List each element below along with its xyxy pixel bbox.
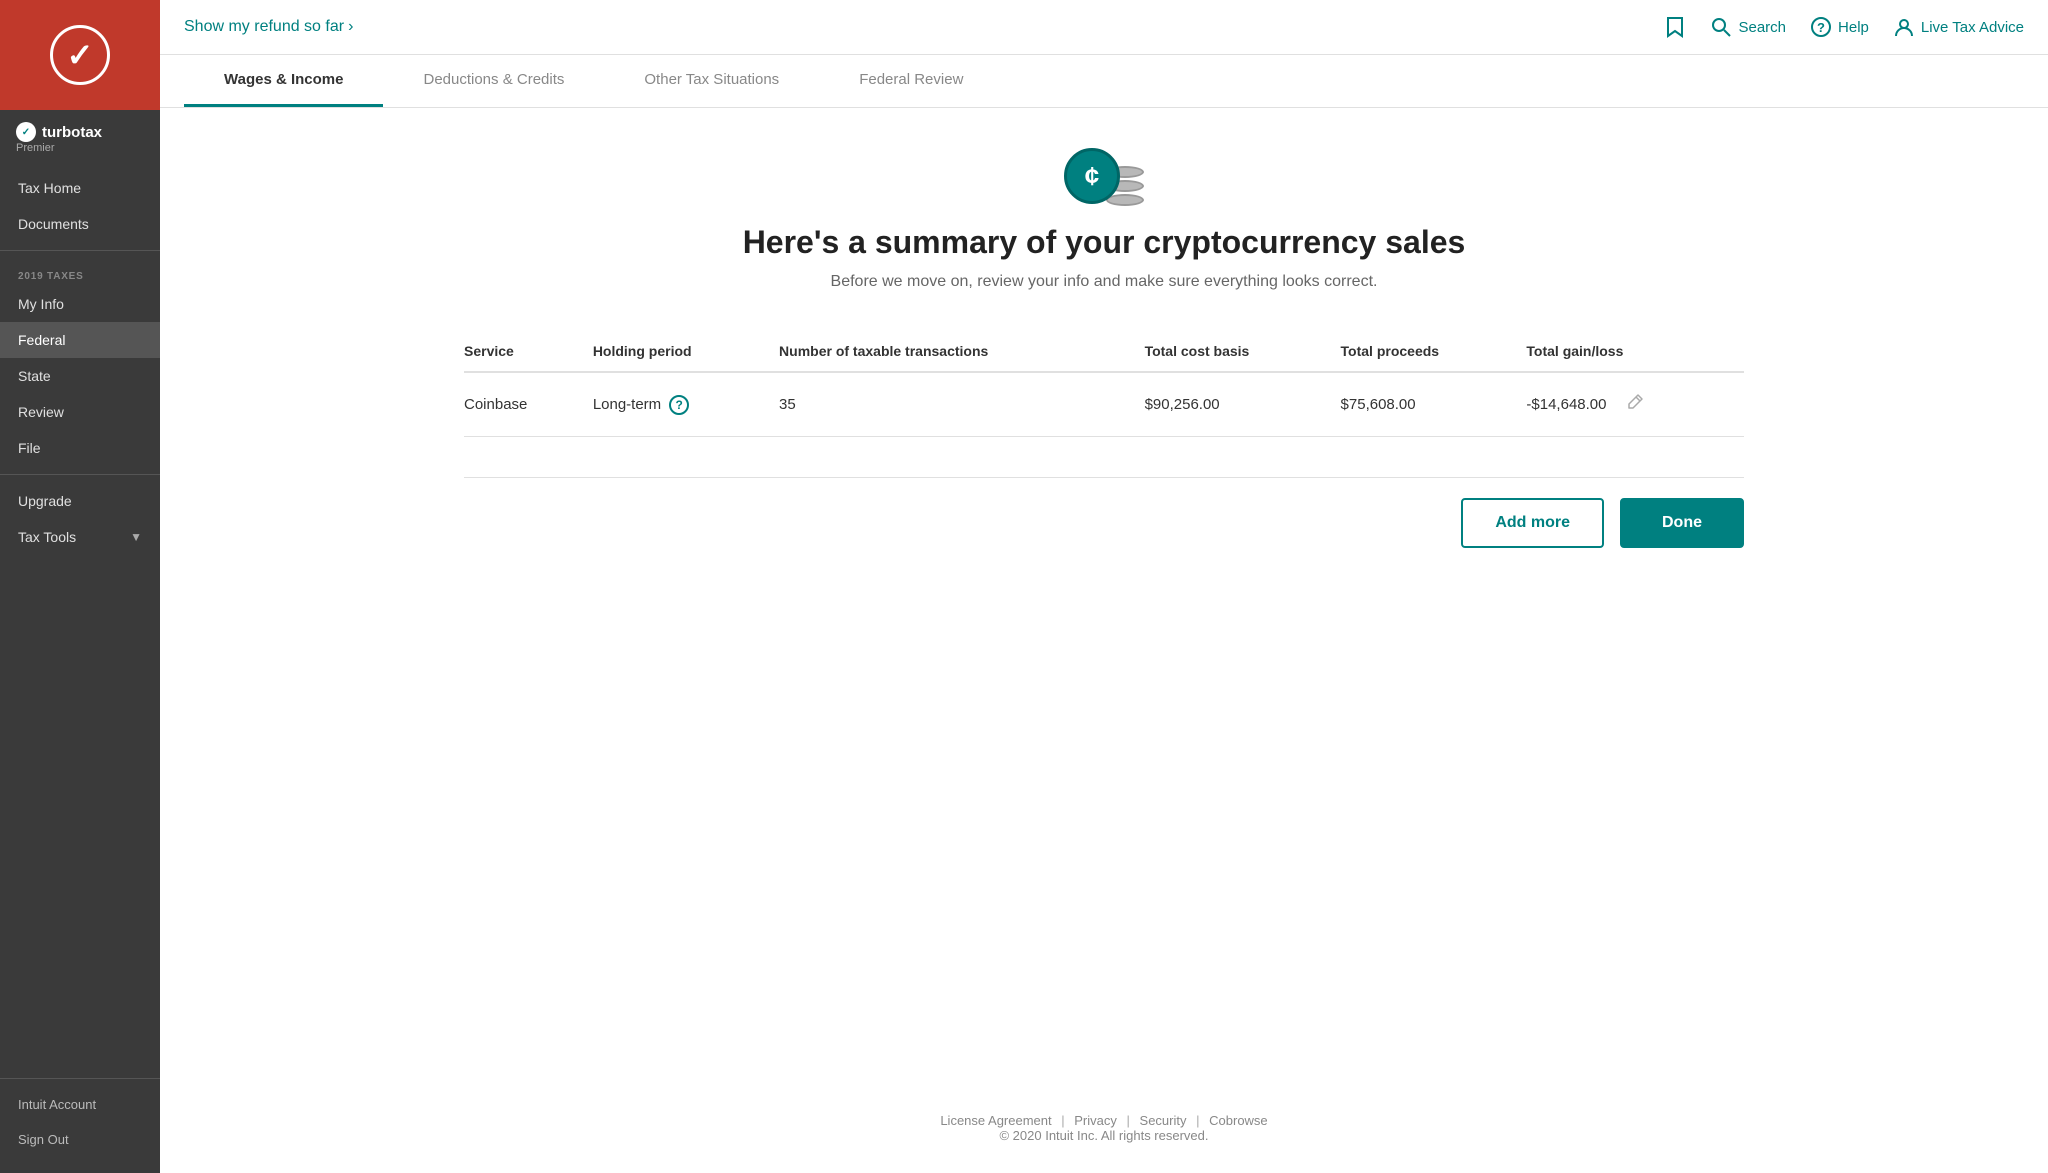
live-tax-advice-button[interactable]: Live Tax Advice bbox=[1893, 16, 2024, 38]
logo-area: ✓ bbox=[0, 0, 160, 110]
cell-total-proceeds: $75,608.00 bbox=[1341, 372, 1527, 437]
table-row: Coinbase Long-term ? 35 $90,256.00 $75,6… bbox=[464, 372, 1744, 437]
brand-area: ✓ turbotax Premier bbox=[0, 110, 160, 162]
sidebar-item-documents[interactable]: Documents bbox=[0, 206, 160, 242]
sidebar-item-file[interactable]: File bbox=[0, 430, 160, 466]
arrow-right-icon: › bbox=[348, 18, 353, 36]
sidebar-navigation: Tax Home Documents 2019 TAXES My Info Fe… bbox=[0, 162, 160, 1078]
cell-total-gain-loss: -$14,648.00 bbox=[1526, 372, 1744, 437]
cell-service: Coinbase bbox=[464, 372, 593, 437]
person-icon bbox=[1893, 16, 1915, 38]
footer-copyright: © 2020 Intuit Inc. All rights reserved. bbox=[190, 1128, 2018, 1143]
tab-wages-income[interactable]: Wages & Income bbox=[184, 55, 383, 107]
col-total-gain-loss: Total gain/loss bbox=[1526, 331, 1744, 372]
bookmark-icon bbox=[1664, 16, 1686, 38]
sidebar-item-upgrade[interactable]: Upgrade bbox=[0, 483, 160, 519]
svg-text:?: ? bbox=[1817, 20, 1825, 35]
sidebar-item-federal[interactable]: Federal bbox=[0, 322, 160, 358]
footer-cobrowse-link[interactable]: Cobrowse bbox=[1209, 1113, 1268, 1128]
page-subtitle: Before we move on, review your info and … bbox=[464, 273, 1744, 291]
footer-privacy-link[interactable]: Privacy bbox=[1074, 1113, 1117, 1128]
logo-checkmark: ✓ bbox=[50, 25, 110, 85]
cell-holding-period: Long-term ? bbox=[593, 372, 779, 437]
page-title: Here's a summary of your cryptocurrency … bbox=[464, 224, 1744, 261]
page-content: ¢ Here's a summary of your cryptocurrenc… bbox=[404, 108, 1804, 1083]
search-button[interactable]: Search bbox=[1710, 16, 1786, 38]
dollar-sign-icon: ¢ bbox=[1085, 161, 1099, 192]
col-total-proceeds: Total proceeds bbox=[1341, 331, 1527, 372]
cell-num-transactions: 35 bbox=[779, 372, 1145, 437]
coin-main: ¢ bbox=[1064, 148, 1120, 204]
cell-total-cost-basis: $90,256.00 bbox=[1145, 372, 1341, 437]
crypto-icon: ¢ bbox=[1064, 148, 1144, 208]
search-icon bbox=[1710, 16, 1732, 38]
chevron-down-icon: ▼ bbox=[130, 530, 142, 544]
crypto-summary-table: Service Holding period Number of taxable… bbox=[464, 331, 1744, 437]
holding-period-help-icon[interactable]: ? bbox=[669, 395, 689, 415]
help-icon: ? bbox=[1810, 16, 1832, 38]
col-service: Service bbox=[464, 331, 593, 372]
sidebar-item-tax-home[interactable]: Tax Home bbox=[0, 170, 160, 206]
done-button[interactable]: Done bbox=[1620, 498, 1744, 548]
tab-deductions-credits[interactable]: Deductions & Credits bbox=[383, 55, 604, 107]
footer-security-link[interactable]: Security bbox=[1140, 1113, 1187, 1128]
edit-icon[interactable] bbox=[1626, 393, 1644, 416]
main-content: Show my refund so far › bbox=[160, 0, 2048, 1173]
refund-link[interactable]: Show my refund so far › bbox=[184, 18, 353, 36]
col-total-cost-basis: Total cost basis bbox=[1145, 331, 1341, 372]
sidebar-item-tax-tools[interactable]: Tax Tools ▼ bbox=[0, 519, 160, 555]
header-actions: Search ? Help bbox=[1664, 16, 2024, 38]
summary-header: ¢ Here's a summary of your cryptocurrenc… bbox=[464, 148, 1744, 291]
brand-tier: Premier bbox=[16, 142, 102, 154]
top-header: Show my refund so far › bbox=[160, 0, 2048, 55]
action-buttons: Add more Done bbox=[464, 477, 1744, 568]
col-holding-period: Holding period bbox=[593, 331, 779, 372]
sidebar-item-state[interactable]: State bbox=[0, 358, 160, 394]
section-label-2019-taxes: 2019 TAXES bbox=[0, 259, 160, 286]
help-button[interactable]: ? Help bbox=[1810, 16, 1869, 38]
tab-federal-review[interactable]: Federal Review bbox=[819, 55, 1003, 107]
sidebar-item-sign-out[interactable]: Sign Out bbox=[0, 1122, 160, 1157]
sidebar-item-my-info[interactable]: My Info bbox=[0, 286, 160, 322]
footer-license-link[interactable]: License Agreement bbox=[940, 1113, 1051, 1128]
sidebar-item-review[interactable]: Review bbox=[0, 394, 160, 430]
sidebar-item-intuit-account[interactable]: Intuit Account bbox=[0, 1087, 160, 1122]
turbotax-icon: ✓ bbox=[16, 122, 36, 142]
col-num-transactions: Number of taxable transactions bbox=[779, 331, 1145, 372]
tab-other-tax-situations[interactable]: Other Tax Situations bbox=[604, 55, 819, 107]
page-footer: License Agreement | Privacy | Security |… bbox=[160, 1083, 2048, 1173]
sidebar-bottom: Intuit Account Sign Out bbox=[0, 1078, 160, 1173]
nav-tabs: Wages & Income Deductions & Credits Othe… bbox=[160, 55, 2048, 108]
brand-name: turbotax bbox=[42, 124, 102, 141]
bookmark-button[interactable] bbox=[1664, 16, 1686, 38]
add-more-button[interactable]: Add more bbox=[1461, 498, 1604, 548]
sidebar: ✓ ✓ turbotax Premier Tax Home Documents … bbox=[0, 0, 160, 1173]
